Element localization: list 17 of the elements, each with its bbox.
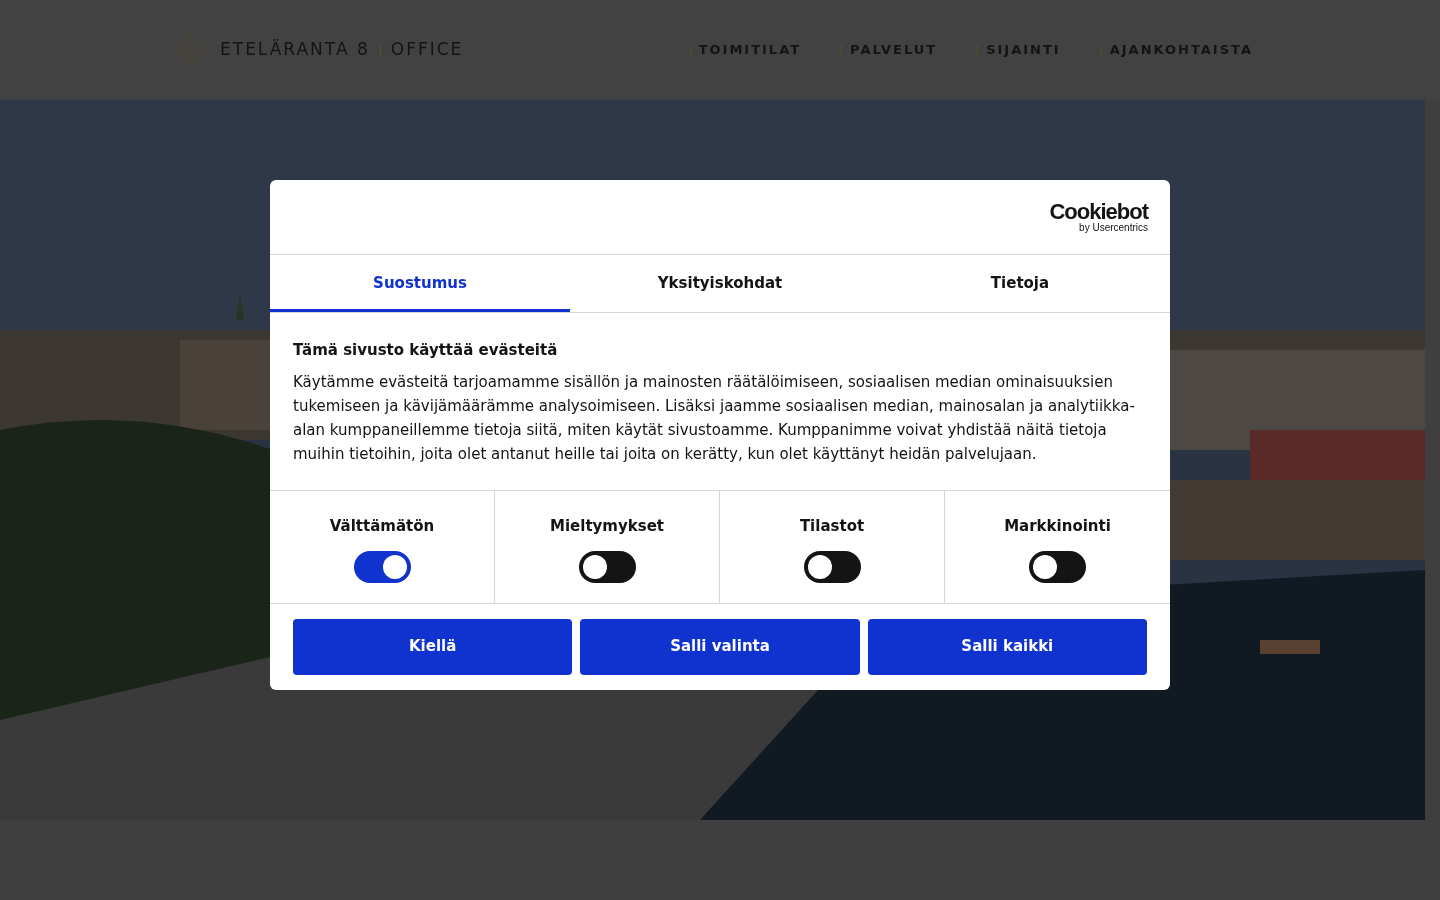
category-label: Välttämätön — [329, 515, 435, 537]
dialog-text: Käytämme evästeitä tarjoamamme sisällön ja mainosten räätälöimiseen, sosiaalisen median ominaisuuksien tukemiseen ja kävijämäärämme analysoimiseen. Lisäksi jaamme sosiaalisen median, mainosalan ja analytiikka-alan kumppaneillemme tietoja siitä, miten käytät sivustoamme. Kumppanimme voivat yhdistää näitä tietoja muihin tietoihin, joita olet antanut heille tai joita on kerätty, kun olet käyttänyt heidän palvelujaan. — [293, 371, 1136, 465]
toggle-switch[interactable] — [578, 551, 636, 583]
category-label: Tilastot — [799, 515, 865, 537]
consent-button[interactable]: Salli kaikki — [867, 618, 1147, 675]
toggle-switch[interactable] — [803, 551, 861, 583]
tab[interactable]: Suostumus — [270, 255, 570, 312]
category-label: Markkinointi — [1004, 515, 1111, 537]
toggle-switch[interactable] — [1029, 551, 1086, 583]
consent-button[interactable]: Kiellä — [293, 618, 573, 675]
toggle-switch[interactable] — [353, 551, 411, 583]
tab[interactable]: Yksityiskohdat — [570, 255, 870, 312]
dialog-heading: Tämä sivusto käyttää evästeitä — [293, 340, 559, 361]
tab[interactable]: Tietoja — [870, 255, 1170, 312]
category-label: Mieltymykset — [550, 515, 664, 537]
consent-button[interactable]: Salli valinta — [580, 618, 860, 675]
cookiebot-logo: Cookiebot by Usercentrics — [1049, 201, 1148, 233]
